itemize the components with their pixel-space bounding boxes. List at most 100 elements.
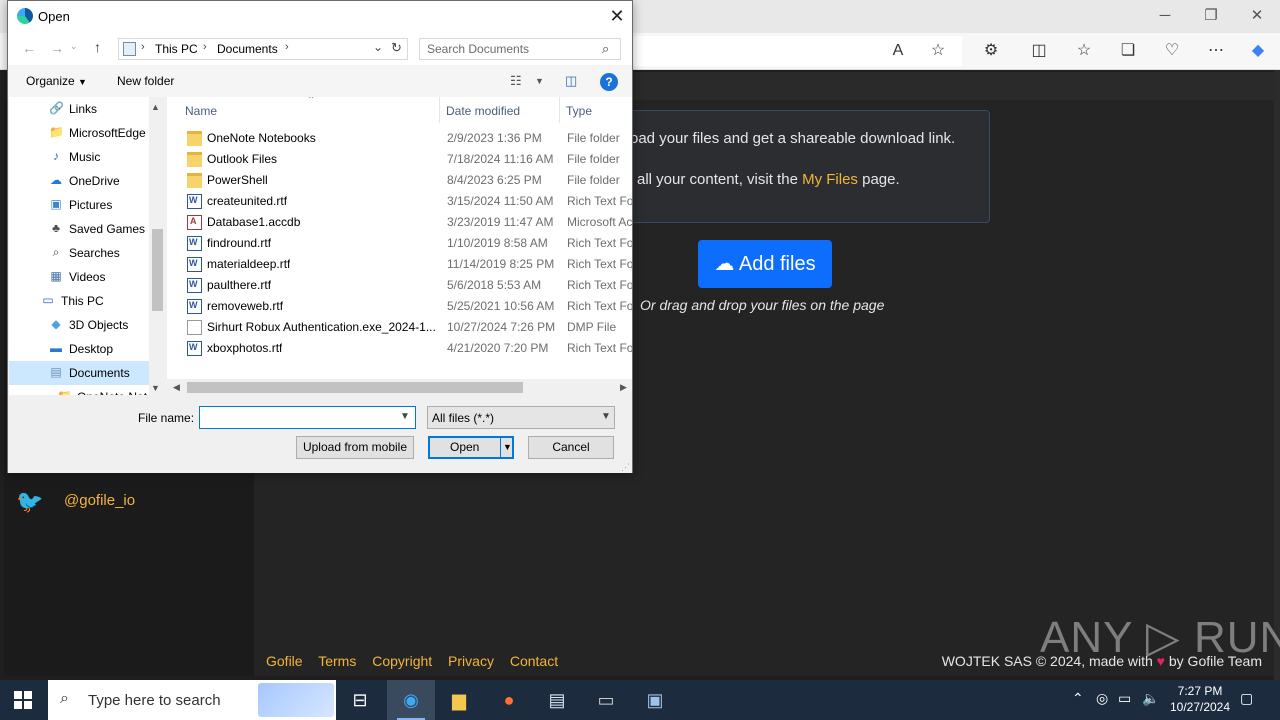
nav-item[interactable]: ▦ Videos (9, 265, 149, 289)
file-row[interactable]: materialdeep.rtf 11/14/2019 8:25 PM Rich T… (167, 254, 632, 275)
footer-link-terms[interactable]: Terms (318, 653, 356, 669)
breadcrumb-this-pc[interactable]: This PC (155, 42, 198, 56)
restore-icon[interactable]: ❐ (1196, 6, 1226, 26)
column-separator[interactable] (559, 97, 560, 123)
chevron-down-icon[interactable]: ▼ (535, 76, 544, 86)
column-header-type[interactable]: Type (566, 104, 592, 118)
scroll-right-icon[interactable]: ▶ (620, 382, 627, 393)
new-folder-button[interactable]: New folder (117, 74, 174, 88)
breadcrumb[interactable]: › This PC › Documents › ⌄ ↻ (118, 38, 408, 60)
footer-link-copyright[interactable]: Copyright (372, 653, 432, 669)
firefox-icon[interactable]: ● (485, 680, 533, 720)
split-screen-icon[interactable]: ◫ (1027, 41, 1051, 61)
column-header-name[interactable]: Name (185, 104, 217, 118)
close-window-icon[interactable]: ✕ (1242, 6, 1272, 26)
chevron-up-icon[interactable]: ⌃ (1072, 690, 1084, 707)
nav-item[interactable]: ▤ Documents (9, 361, 149, 385)
dialog-close-button[interactable]: ✕ (605, 4, 629, 28)
file-row[interactable]: OneNote Notebooks 2/9/2023 1:36 PM File fo… (167, 128, 632, 149)
chevron-down-icon[interactable]: ▼ (601, 411, 611, 422)
edge-taskbar-icon[interactable]: ◉ (387, 680, 435, 720)
meet-now-icon[interactable]: ◎ (1096, 690, 1108, 707)
footer-link-privacy[interactable]: Privacy (448, 653, 494, 669)
remote-app-icon[interactable]: ▣ (631, 680, 679, 720)
refresh-icon[interactable]: ↻ (391, 40, 402, 56)
file-type-select[interactable]: All files (*.*) (427, 406, 615, 429)
navigation-pane-scroll-thumb[interactable] (152, 229, 163, 311)
copilot-icon[interactable]: ◆ (1246, 41, 1270, 61)
nav-item[interactable]: ▭ This PC (9, 289, 149, 313)
nav-item[interactable]: ◆ 3D Objects (9, 313, 149, 337)
search-icon[interactable]: ⌕ (602, 41, 609, 57)
file-row[interactable]: findround.rtf 1/10/2019 8:58 AM Rich Text … (167, 233, 632, 254)
network-icon[interactable]: ▭ (1118, 690, 1131, 707)
nav-item[interactable]: ♣ Saved Games (9, 217, 149, 241)
recent-locations-icon[interactable]: ⌄ (70, 41, 78, 52)
notifications-icon[interactable]: ▢ (1240, 690, 1253, 707)
file-row[interactable]: Sirhurt Robux Authentication.exe_2024-1.… (167, 317, 632, 338)
nav-item[interactable]: 📁 OneNote Not (9, 385, 149, 396)
volume-icon[interactable]: 🔈 (1142, 690, 1159, 707)
notepad-icon[interactable]: ▤ (533, 680, 581, 720)
help-icon[interactable]: ? (600, 73, 618, 91)
favorites-icon[interactable]: ☆ (1072, 41, 1096, 61)
breadcrumb-separator-icon[interactable]: › (203, 41, 207, 53)
browser-essentials-icon[interactable]: ♡ (1160, 41, 1184, 61)
organize-menu[interactable]: Organize ▼ (26, 74, 87, 88)
scroll-left-icon[interactable]: ◀ (173, 382, 180, 393)
upload-from-mobile-button[interactable]: Upload from mobile (296, 436, 414, 459)
page-scrollbar[interactable] (1274, 70, 1280, 680)
file-row[interactable]: removeweb.rtf 5/25/2021 10:56 AM Rich Text… (167, 296, 632, 317)
file-row[interactable]: Outlook Files 7/18/2024 11:16 AM File fold… (167, 149, 632, 170)
nav-item[interactable]: 🔗 Links (9, 97, 149, 121)
add-files-button[interactable]: ☁ Add files (698, 240, 832, 288)
back-arrow-icon[interactable]: ← (22, 40, 36, 56)
twitter-handle-link[interactable]: @gofile_io (64, 492, 135, 509)
file-list-scroll-thumb[interactable] (187, 382, 523, 393)
forward-arrow-icon[interactable]: → (50, 40, 64, 56)
footer-link-gofile[interactable]: Gofile (266, 653, 303, 669)
scroll-up-icon[interactable]: ▲ (151, 102, 160, 112)
file-row[interactable]: paulthere.rtf 5/6/2018 5:53 AM Rich Text F… (167, 275, 632, 296)
chevron-down-icon[interactable]: ▼ (400, 411, 410, 422)
file-row[interactable]: xboxphotos.rtf 4/21/2020 7:20 PM Rich Text… (167, 338, 632, 359)
resize-grip-icon[interactable]: ⋰ (621, 462, 630, 473)
preview-pane-icon[interactable]: ◫ (565, 73, 577, 89)
breadcrumb-separator-icon[interactable]: › (285, 41, 289, 53)
collections-icon[interactable]: ❏ (1116, 41, 1140, 61)
nav-item[interactable]: ▣ Pictures (9, 193, 149, 217)
nav-item[interactable]: ☁ OneDrive (9, 169, 149, 193)
favorite-star-icon[interactable]: ☆ (926, 41, 950, 61)
extensions-icon[interactable]: ⚙ (979, 41, 1003, 61)
open-split-dropdown-icon[interactable]: ▼ (500, 438, 514, 457)
nav-item[interactable]: 📁 MicrosoftEdge (9, 121, 149, 145)
cancel-button[interactable]: Cancel (528, 436, 614, 459)
nav-item[interactable]: ⌕ Searches (9, 241, 149, 265)
chevron-down-icon[interactable]: ⌄ (373, 40, 383, 54)
terminal-icon[interactable]: ▭ (582, 680, 630, 720)
scroll-down-icon[interactable]: ▼ (151, 383, 160, 393)
address-bar[interactable] (632, 36, 962, 66)
nav-item[interactable]: ♪ Music (9, 145, 149, 169)
file-row[interactable]: PowerShell 8/4/2023 6:25 PM File folder (167, 170, 632, 191)
search-input[interactable] (420, 39, 600, 59)
taskbar-clock[interactable]: 7:27 PM 10/27/2024 (1160, 683, 1240, 715)
column-separator[interactable] (439, 97, 440, 123)
file-name-input[interactable] (199, 406, 416, 429)
breadcrumb-documents[interactable]: Documents (217, 42, 278, 56)
read-aloud-icon[interactable]: A (886, 41, 910, 61)
task-view-icon[interactable]: ⊟ (336, 680, 384, 720)
view-options-icon[interactable]: ☷ (510, 73, 522, 89)
file-explorer-icon[interactable]: ▆ (435, 680, 483, 720)
nav-item[interactable]: ▬ Desktop (9, 337, 149, 361)
footer-link-contact[interactable]: Contact (510, 653, 558, 669)
my-files-link[interactable]: My Files (802, 171, 858, 188)
breadcrumb-separator-icon[interactable]: › (141, 41, 145, 53)
up-arrow-icon[interactable]: ↑ (94, 39, 101, 55)
minimize-icon[interactable]: ─ (1150, 6, 1180, 26)
windows-start-icon[interactable] (14, 691, 32, 709)
column-header-date[interactable]: Date modified (446, 104, 520, 118)
file-row[interactable]: createunited.rtf 3/15/2024 11:50 AM Rich T… (167, 191, 632, 212)
file-row[interactable]: Database1.accdb 3/23/2019 11:47 AM Microso… (167, 212, 632, 233)
more-options-icon[interactable]: ⋯ (1204, 41, 1228, 61)
